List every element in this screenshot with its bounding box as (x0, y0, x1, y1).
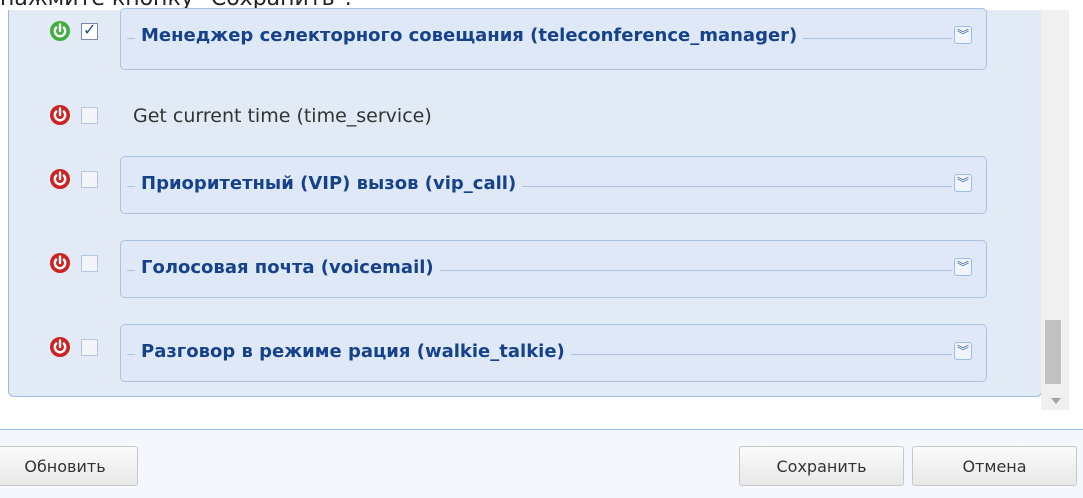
module-label: Менеджер селекторного совещания (telecon… (135, 25, 804, 46)
module-fieldset[interactable]: Приоритетный (VIP) вызов (vip_call) ︾ (120, 156, 987, 214)
module-fieldset[interactable]: Менеджер селекторного совещания (telecon… (120, 8, 987, 70)
power-icon[interactable] (49, 104, 71, 126)
expand-toggle[interactable]: ︾ (954, 258, 972, 276)
double-chevron-down-icon: ︾ (957, 28, 970, 42)
modules-panel: ✓ Менеджер селекторного совещания (telec… (8, 8, 1042, 397)
power-icon[interactable] (49, 20, 71, 42)
module-fieldset[interactable]: Разговор в режиме рация (walkie_talkie) … (120, 324, 987, 382)
module-label: Голосовая почта (voicemail) (135, 257, 440, 278)
module-checkbox[interactable]: ✓ (81, 20, 98, 40)
module-checkbox[interactable] (81, 171, 98, 188)
refresh-button[interactable]: Обновить (0, 446, 138, 486)
scroll-down-arrow-icon[interactable] (1051, 398, 1061, 404)
double-chevron-down-icon: ︾ (957, 176, 970, 190)
power-icon[interactable] (49, 336, 71, 358)
module-label: Приоритетный (VIP) вызов (vip_call) (135, 173, 523, 194)
save-button[interactable]: Сохранить (739, 446, 904, 486)
module-checkbox[interactable] (81, 339, 98, 356)
scrollbar-thumb[interactable] (1045, 320, 1061, 384)
double-chevron-down-icon: ︾ (957, 344, 970, 358)
module-fieldset[interactable]: Голосовая почта (voicemail) ︾ (120, 240, 987, 298)
expand-toggle[interactable]: ︾ (954, 342, 972, 360)
module-checkbox[interactable] (81, 107, 98, 124)
cancel-button[interactable]: Отмена (912, 446, 1077, 486)
module-label: Get current time (time_service) (133, 105, 432, 127)
power-icon[interactable] (49, 168, 71, 190)
expand-toggle[interactable]: ︾ (954, 174, 972, 192)
module-label: Разговор в режиме рация (walkie_talkie) (135, 341, 571, 362)
expand-toggle[interactable]: ︾ (954, 26, 972, 44)
vertical-scrollbar[interactable] (1041, 10, 1069, 410)
checkmark-icon: ✓ (83, 20, 97, 39)
module-checkbox[interactable] (81, 255, 98, 272)
double-chevron-down-icon: ︾ (957, 260, 970, 274)
power-icon[interactable] (49, 252, 71, 274)
